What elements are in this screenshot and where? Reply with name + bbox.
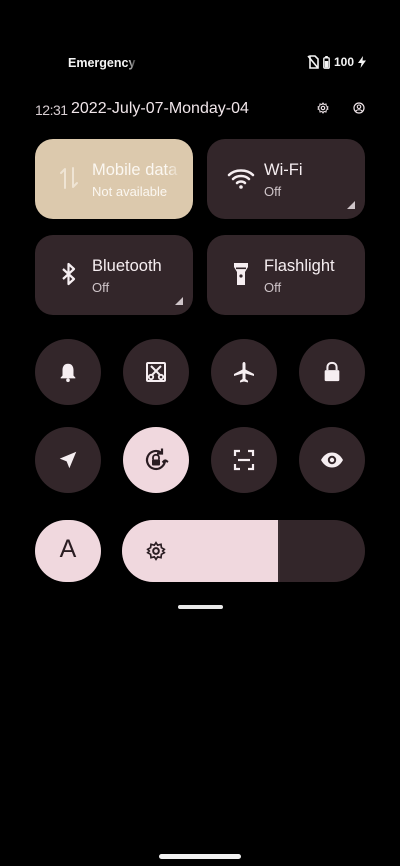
bluetooth-label: Bluetooth (92, 257, 162, 275)
eye-icon (321, 452, 343, 468)
screen-capture-toggle[interactable] (211, 427, 277, 493)
user-account-icon[interactable] (353, 102, 365, 114)
battery-level: 100 (333, 55, 354, 69)
gesture-nav-bar[interactable] (159, 854, 241, 859)
mobile-data-label: Mobile data (92, 161, 178, 179)
no-sim-icon (307, 55, 319, 69)
mobile-data-status: Not available (92, 184, 168, 199)
bluetooth-expand-corner-icon (175, 297, 183, 305)
font-size-label: A (59, 535, 77, 563)
screenshot-toggle[interactable] (123, 339, 189, 405)
location-arrow-icon (59, 451, 77, 469)
clock: 12:31 (35, 102, 68, 118)
flashlight-label: Flashlight (264, 257, 335, 275)
lock-icon (324, 361, 340, 382)
charging-icon (358, 56, 366, 68)
carrier-text: Emergency calls only (68, 56, 138, 70)
screen-lock-toggle[interactable] (299, 339, 365, 405)
bell-icon (60, 363, 76, 383)
scan-frame-icon (233, 449, 255, 471)
tile-wifi[interactable]: Wi-Fi Off (207, 139, 365, 219)
status-bar: Emergency calls only 100 (0, 52, 400, 76)
wifi-icon (227, 164, 255, 192)
settings-gear-icon[interactable] (317, 102, 329, 114)
panel-drag-handle[interactable] (178, 605, 223, 609)
airplane-mode-toggle[interactable] (211, 339, 277, 405)
flashlight-icon (227, 260, 255, 288)
auto-rotate-toggle[interactable] (123, 427, 189, 493)
tile-mobile-data[interactable]: Mobile data Not available (35, 139, 193, 219)
wifi-status: Off (264, 184, 282, 199)
brightness-slider[interactable] (122, 520, 365, 582)
rotation-lock-icon (145, 448, 169, 471)
header-row: 12:31 2022-July-07-Monday-04 (35, 100, 365, 122)
screenshot-scissors-icon (146, 362, 166, 382)
status-icons: 100 (307, 55, 366, 69)
do-not-disturb-toggle[interactable] (35, 339, 101, 405)
tile-bluetooth[interactable]: Bluetooth Off (35, 235, 193, 315)
wifi-expand-corner-icon (347, 201, 355, 209)
flashlight-status: Off (264, 280, 282, 295)
tile-flashlight[interactable]: Flashlight Off (207, 235, 365, 315)
wifi-label: Wi-Fi (264, 161, 303, 179)
font-size-button[interactable]: A (35, 520, 101, 582)
location-toggle[interactable] (35, 427, 101, 493)
airplane-icon (234, 362, 254, 383)
mobile-data-arrows-icon (55, 164, 83, 192)
date-text: 2022-July-07-Monday-04 (71, 100, 249, 117)
battery-icon (323, 55, 330, 69)
bluetooth-status: Off (92, 280, 110, 295)
brightness-gear-icon (146, 541, 166, 561)
eye-comfort-toggle[interactable] (299, 427, 365, 493)
bluetooth-icon (55, 260, 83, 288)
